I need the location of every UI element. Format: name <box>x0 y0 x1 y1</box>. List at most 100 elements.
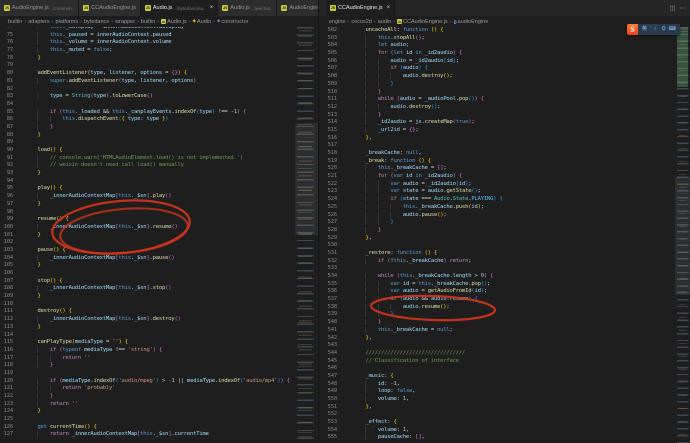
code-line-content[interactable]: pause() { <box>21 247 318 255</box>
line-number[interactable]: 519 <box>319 158 345 166</box>
code-line-content[interactable]: var id = this._breakCache.pop(); <box>345 281 690 289</box>
code-line-content[interactable]: _id2audio = js.createMap(true); <box>345 119 690 127</box>
line-number[interactable]: 92 <box>0 162 21 170</box>
code-line-content[interactable] <box>345 242 690 250</box>
line-number[interactable]: 528 <box>319 227 345 235</box>
code-line-content[interactable]: if (audio && audio.resume) { <box>345 296 690 304</box>
code-line-content[interactable]: resume() { <box>21 216 318 224</box>
code-line-content[interactable] <box>345 411 690 419</box>
line-number[interactable]: 510 <box>319 89 345 97</box>
line-number[interactable]: 80 <box>0 70 21 78</box>
code-line-content[interactable]: audio.destroy(); <box>345 104 690 112</box>
line-number[interactable]: 545 <box>319 358 345 366</box>
breadcrumb-item-audio[interactable]: audio <box>378 19 391 25</box>
breadcrumb-item-constructor[interactable]: ◈ constructor <box>217 19 249 25</box>
breadcrumb-item-adapters[interactable]: adapters <box>28 19 49 25</box>
code-line-content[interactable]: _url2id = {}; <box>345 127 690 135</box>
line-number[interactable]: 97 <box>0 201 21 209</box>
line-number[interactable]: 533 <box>319 265 345 273</box>
line-number[interactable]: 543 <box>319 342 345 350</box>
line-number[interactable]: 555 <box>319 434 345 442</box>
code-line-content[interactable]: this._paused = innerAudioContext.paused <box>21 32 318 40</box>
line-number[interactable]: 125 <box>0 416 21 424</box>
line-number[interactable]: 525 <box>319 204 345 212</box>
code-line-content[interactable]: } <box>345 319 690 327</box>
line-number[interactable]: 530 <box>319 242 345 250</box>
line-number[interactable]: 110 <box>0 301 21 309</box>
line-number[interactable]: 517 <box>319 142 345 150</box>
ime-toolbar[interactable]: S 英’ ☾ ⛭ ⌨ <box>627 24 680 35</box>
code-line-content[interactable]: _innerAudioContextMap[this._$sn].play() <box>21 193 318 201</box>
line-number[interactable]: 76 <box>0 39 21 47</box>
code-line-content[interactable]: } <box>345 311 690 319</box>
line-number[interactable]: 540 <box>319 319 345 327</box>
code-line-content[interactable]: } <box>21 408 318 416</box>
line-number[interactable]: 106 <box>0 270 21 278</box>
code-line-content[interactable]: // Classification of interface <box>345 358 690 366</box>
line-number[interactable]: 127 <box>0 431 21 439</box>
line-number[interactable]: 100 <box>0 224 21 232</box>
code-line-content[interactable]: if (audio) { <box>345 65 690 73</box>
breadcrumb-item-bytedance[interactable]: bytedance <box>84 19 109 25</box>
code-line-content[interactable]: _innerAudioContextMap[this._$sn].resume(… <box>21 224 318 232</box>
code-line-content[interactable]: canPlayType(mediaType = '') { <box>21 339 318 347</box>
line-number[interactable]: 541 <box>319 327 345 335</box>
line-number[interactable]: 542 <box>319 335 345 343</box>
code-line-content[interactable] <box>21 270 318 278</box>
code-line-content[interactable]: //////////////////////////////// <box>345 350 690 358</box>
code-line-content[interactable]: }, <box>345 135 690 143</box>
line-number[interactable]: 550 <box>319 396 345 404</box>
line-number[interactable]: 526 <box>319 212 345 220</box>
code-line-content[interactable]: audio.resume(); <box>345 304 690 312</box>
line-number[interactable]: 88 <box>0 132 21 140</box>
code-line-content[interactable]: }, <box>345 404 690 412</box>
line-number[interactable]: 96 <box>0 193 21 201</box>
line-number[interactable]: 531 <box>319 250 345 258</box>
line-number[interactable]: 104 <box>0 255 21 263</box>
tab-audioengine-js[interactable]: JSAudioEngine.js..\wrapper.. <box>277 0 318 16</box>
code-line-content[interactable]: _effect: { <box>345 419 690 427</box>
code-line-content[interactable]: play() { <box>21 185 318 193</box>
line-number[interactable]: 93 <box>0 170 21 178</box>
code-line-content[interactable]: load() { <box>21 147 318 155</box>
code-line-content[interactable]: } <box>21 362 318 370</box>
code-line-content[interactable]: } <box>21 393 318 401</box>
line-number[interactable]: 511 <box>319 96 345 104</box>
line-number[interactable]: 534 <box>319 273 345 281</box>
code-line-content[interactable]: }, <box>345 335 690 343</box>
code-line-content[interactable]: audio.pause(); <box>345 212 690 220</box>
code-line-content[interactable]: _innerAudioContextMap[this._$sn].pause() <box>21 255 318 263</box>
code-line-content[interactable]: } <box>21 232 318 240</box>
code-line-content[interactable]: this.dispatchEvent({ type: type }) <box>21 116 318 124</box>
line-number[interactable]: 553 <box>319 419 345 427</box>
line-number[interactable]: 513 <box>319 112 345 120</box>
code-line-content[interactable]: destroy() { <box>21 308 318 316</box>
ime-mode-icon[interactable]: ’ <box>650 27 651 32</box>
code-line-content[interactable]: volume: 1, <box>345 427 690 435</box>
code-line-content[interactable]: audio.destroy(); <box>345 73 690 81</box>
tab-audioengine-js[interactable]: JS AudioEngine.js ..\common.. <box>0 0 80 16</box>
code-line-content[interactable]: _restore: function () { <box>345 250 690 258</box>
code-line-content[interactable]: } <box>21 324 318 332</box>
code-line-content[interactable]: _music: { <box>345 373 690 381</box>
line-number[interactable]: 79 <box>0 62 21 70</box>
line-number[interactable]: 77 <box>0 47 21 55</box>
code-editor-left[interactable]: 74 this._autoplay = innerAudioContext.au… <box>0 27 318 443</box>
line-number[interactable]: 117 <box>0 355 21 363</box>
line-number[interactable]: 115 <box>0 339 21 347</box>
line-number[interactable]: 546 <box>319 365 345 373</box>
ime-logo-icon[interactable]: S <box>627 24 638 35</box>
code-line-content[interactable]: id: -1, <box>345 381 690 389</box>
code-line-content[interactable]: _innerAudioContextMap[this._$sn].destroy… <box>21 316 318 324</box>
tab-audio-js[interactable]: JS Audio.js ..\bytedance\w.. × <box>140 0 219 16</box>
breadcrumb-item-cocos2d[interactable]: cocos2d <box>351 19 372 25</box>
minimap-right[interactable] <box>675 27 690 443</box>
line-number[interactable]: 523 <box>319 188 345 196</box>
tab-ccaudioengine-js[interactable]: JS CCAudioEngine.js × <box>326 0 396 16</box>
code-line-content[interactable]: _innerAudioContextMap[this._$sn].stop() <box>21 285 318 293</box>
line-number[interactable]: 512 <box>319 104 345 112</box>
ime-mode-icon[interactable]: ⛭ <box>662 27 666 32</box>
line-number[interactable]: 502 <box>319 27 345 35</box>
line-number[interactable]: 102 <box>0 239 21 247</box>
code-line-content[interactable]: } <box>345 89 690 97</box>
